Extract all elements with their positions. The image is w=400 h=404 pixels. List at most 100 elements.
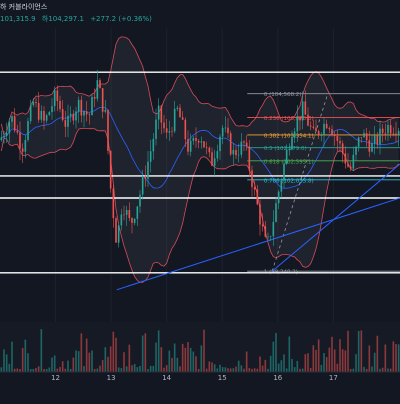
volume-bar	[355, 354, 357, 372]
candle-body	[307, 114, 309, 126]
volume-bar	[141, 335, 144, 372]
candle-body	[104, 109, 107, 112]
volume-bar	[384, 344, 387, 372]
candle-body	[333, 135, 336, 137]
x-tick-label: 13	[107, 374, 116, 382]
candle-body	[275, 203, 277, 222]
volume-bar	[309, 367, 312, 372]
candle-body	[56, 90, 59, 101]
candle-body	[189, 140, 192, 152]
candle-body	[341, 143, 344, 154]
fib-level-label: 0.5 (102,979.0)	[264, 146, 307, 152]
volume-bar	[155, 342, 157, 372]
volume-bar	[181, 343, 184, 372]
volume-bar	[107, 356, 109, 372]
candle-body	[112, 188, 115, 219]
candle-body	[131, 218, 133, 223]
candle-body	[347, 163, 349, 167]
candle-body	[61, 109, 64, 121]
volume-bar	[120, 368, 123, 372]
volume-bar	[333, 349, 336, 372]
candle-body	[288, 149, 291, 151]
ohlc-readout: 101,315.9 하104,297.1 +277.2 (+0.36%)	[0, 14, 156, 24]
volume-bar	[331, 336, 333, 372]
candle-body	[77, 99, 80, 112]
candle-body	[221, 127, 224, 137]
candle-body	[344, 153, 347, 164]
candle-body	[192, 137, 195, 141]
candle-body	[195, 137, 197, 141]
volume-bar	[61, 361, 64, 372]
candle-body	[147, 161, 149, 179]
candle-body	[269, 236, 272, 237]
volume-bar	[301, 368, 304, 372]
candle-body	[163, 122, 165, 129]
candle-body	[136, 206, 139, 219]
candle-body	[205, 147, 208, 148]
volume-bar	[341, 349, 344, 372]
candle-body	[149, 151, 152, 162]
volume-bar	[179, 366, 181, 372]
volume-bar	[269, 355, 272, 372]
candle-body	[379, 128, 381, 145]
candle-body	[184, 119, 187, 140]
candle-body	[240, 141, 243, 155]
candle-body	[157, 105, 160, 120]
candle-body	[216, 151, 219, 159]
candle-body	[160, 105, 163, 123]
candle-body	[256, 189, 259, 205]
price-chart[interactable]: 0 (104,568.2) 0.236 (103,870.3) 0.382 (103…	[0, 0, 400, 400]
candle-body	[43, 110, 45, 121]
fib-level-label: 0.786 (102,035.8)	[264, 178, 314, 184]
candle-body	[248, 146, 251, 171]
volume-bar	[157, 330, 160, 372]
volume-bar	[5, 354, 8, 372]
candle-body	[152, 138, 155, 152]
candle-body	[293, 131, 296, 138]
volume-bar	[115, 337, 117, 372]
candle-body	[384, 133, 387, 134]
volume-bar	[235, 366, 237, 372]
candle-body	[40, 110, 43, 120]
volume-bar	[139, 365, 141, 372]
volume-bar	[67, 360, 69, 372]
candle-body	[272, 221, 275, 237]
volume-bar	[328, 347, 331, 372]
candle-body	[237, 154, 240, 156]
candle-body	[277, 191, 280, 204]
candle-body	[336, 136, 339, 141]
candle-body	[171, 131, 173, 132]
candle-body	[363, 133, 365, 138]
candle-body	[325, 123, 328, 129]
volume-bar	[56, 368, 59, 372]
volume-bar	[248, 368, 251, 372]
volume-bar	[344, 350, 347, 372]
volume-bar	[323, 353, 325, 372]
volume-bar	[184, 347, 187, 372]
chart-area[interactable]: 0 (104,568.2) 0.236 (103,870.3) 0.382 (103…	[0, 0, 400, 400]
volume-bar	[0, 367, 3, 372]
volume-bar	[109, 346, 112, 372]
candle-body	[235, 149, 237, 156]
candle-body	[219, 136, 221, 152]
candle-body	[0, 137, 3, 141]
candle-body	[309, 125, 312, 127]
volume-bar	[123, 352, 125, 372]
volume-bar	[88, 352, 91, 372]
volume-bar	[176, 357, 179, 372]
volume-bar	[53, 355, 56, 372]
candle-body	[53, 90, 56, 107]
candle-body	[371, 143, 373, 152]
volume-bar	[259, 356, 261, 372]
candle-body	[67, 115, 69, 127]
candle-body	[21, 148, 24, 152]
candle-body	[139, 194, 141, 207]
volume-bar	[131, 365, 133, 372]
candle-body	[317, 131, 320, 136]
candle-body	[368, 140, 371, 152]
candle-body	[141, 176, 144, 195]
candle-body	[117, 225, 120, 243]
volume-bar	[304, 354, 307, 372]
candle-body	[59, 100, 61, 110]
volume-bar	[227, 368, 229, 372]
